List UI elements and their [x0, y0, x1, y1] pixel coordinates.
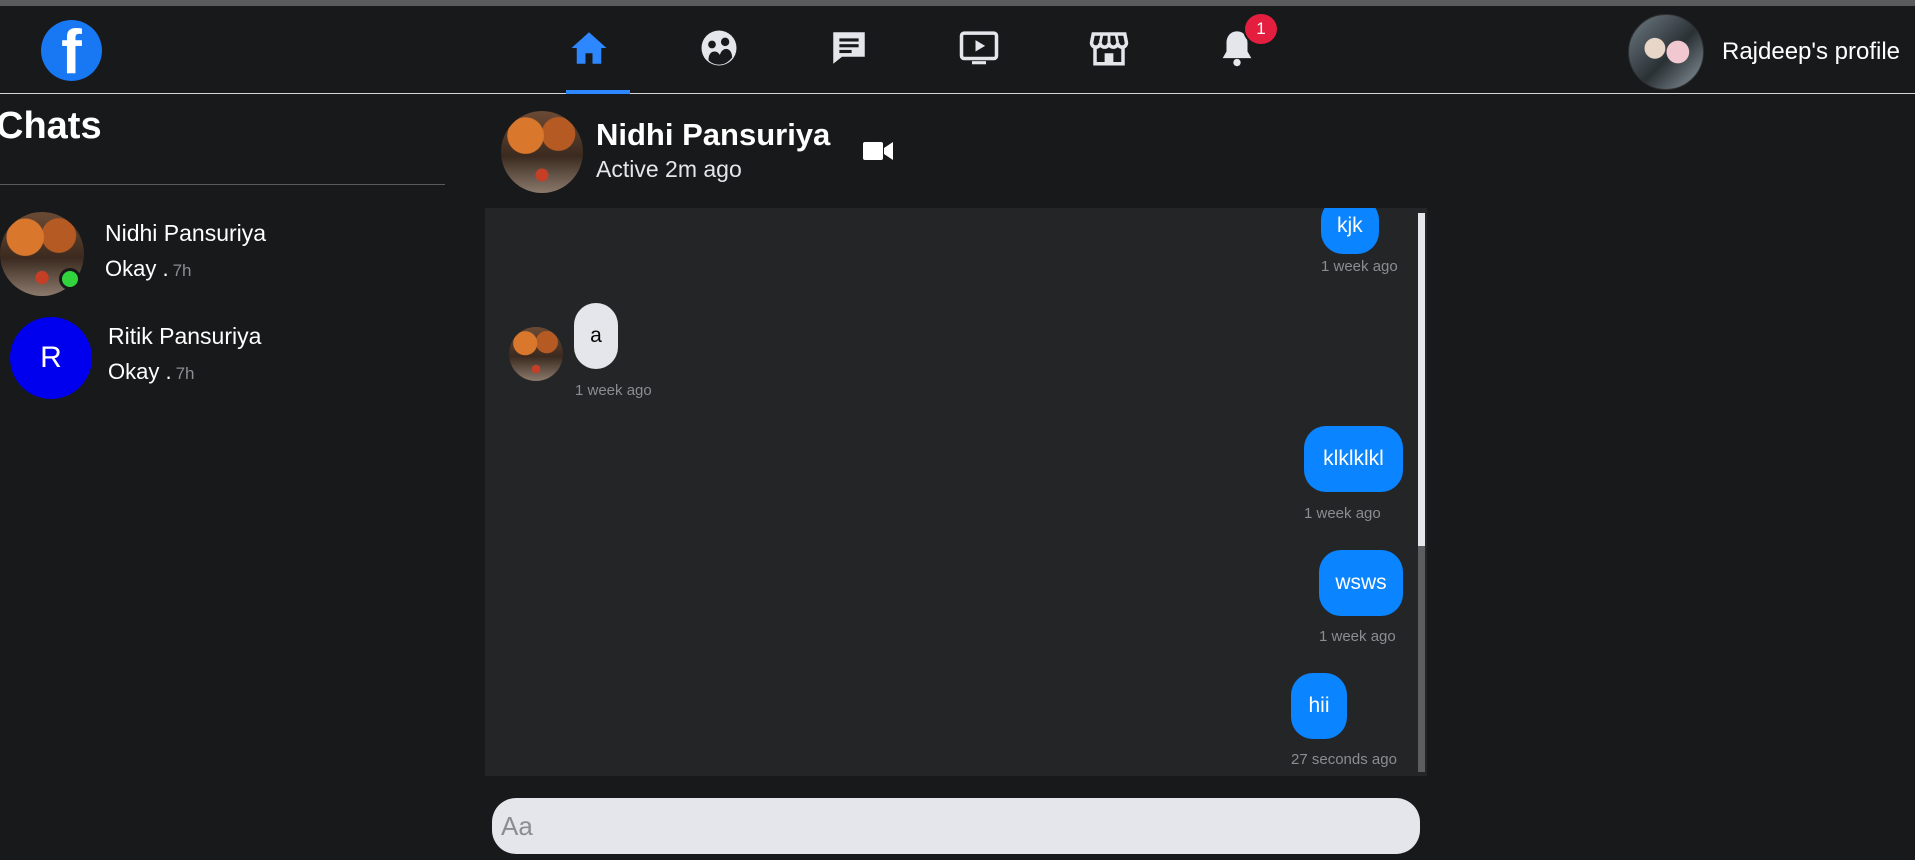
outgoing-message: hii — [1291, 673, 1347, 739]
chat-time: 7h — [172, 261, 192, 280]
message-input[interactable] — [492, 798, 1420, 854]
message-time: 1 week ago — [1319, 628, 1396, 645]
chat-contact-name: Ritik Pansuriya — [108, 323, 262, 349]
scrollbar-thumb[interactable] — [1418, 546, 1425, 772]
message-time: 1 week ago — [575, 382, 652, 399]
online-status-dot — [59, 268, 81, 290]
chat-preview: Okay . 7h — [105, 256, 192, 281]
watch-icon[interactable] — [953, 22, 1005, 74]
incoming-message: a — [574, 303, 618, 369]
outgoing-message: kjk — [1321, 208, 1379, 254]
chat-time: 7h — [175, 364, 195, 383]
facebook-logo[interactable]: f — [41, 20, 102, 81]
outgoing-message: klklklkl — [1304, 426, 1403, 492]
outgoing-message: wsws — [1319, 550, 1403, 616]
conversation-name: Nidhi Pansuriya — [596, 117, 831, 152]
message-scrollbar[interactable] — [1418, 213, 1425, 772]
marketplace-icon[interactable] — [1083, 22, 1135, 74]
groups-icon[interactable] — [693, 22, 745, 74]
profile-name: Rajdeep's profile — [1722, 38, 1901, 65]
avatar — [1628, 14, 1704, 90]
active-tab-indicator — [566, 90, 630, 94]
avatar — [509, 327, 563, 381]
message-time: 1 week ago — [1321, 258, 1398, 275]
top-navigation-bar: f 1 Rajdeep's profile — [0, 6, 1915, 94]
active-status: Active 2m ago — [596, 156, 742, 182]
notification-badge: 1 — [1243, 12, 1279, 46]
chat-contact-name: Nidhi Pansuriya — [105, 220, 267, 246]
chat-list-item[interactable]: Nidhi Pansuriya Okay . 7h — [0, 212, 445, 304]
message-thread[interactable]: kjk 1 week ago a 1 week ago klklklkl 1 w… — [485, 208, 1427, 776]
avatar[interactable] — [501, 111, 583, 193]
message-time: 27 seconds ago — [1291, 751, 1397, 768]
chat-preview: Okay . 7h — [108, 359, 195, 384]
chats-title: Chats — [0, 105, 102, 147]
conversation-header: Nidhi Pansuriya Active 2m ago — [485, 101, 1427, 207]
home-icon[interactable] — [563, 22, 615, 74]
message-time: 1 week ago — [1304, 505, 1381, 522]
avatar: R — [10, 317, 92, 399]
messages-icon[interactable] — [823, 22, 875, 74]
profile-button[interactable]: Rajdeep's profile — [1628, 14, 1900, 90]
divider — [0, 184, 445, 185]
message-composer — [485, 777, 1427, 860]
chat-list-item[interactable]: R Ritik Pansuriya Okay . 7h — [0, 317, 445, 409]
chats-sidebar: Chats Nidhi Pansuriya Okay . 7h R Ritik P… — [0, 95, 445, 860]
video-call-icon[interactable] — [861, 137, 895, 165]
